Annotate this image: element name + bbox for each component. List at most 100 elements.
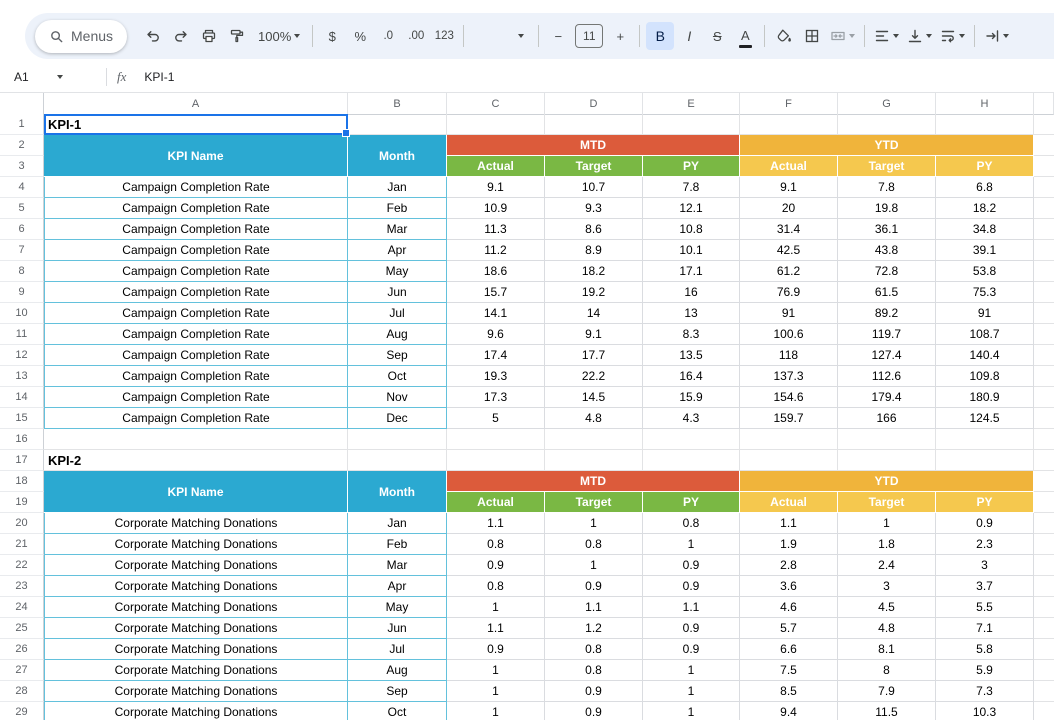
column-header-D[interactable]: D: [545, 93, 643, 115]
cell[interactable]: 7.5: [740, 660, 838, 681]
row-header-13[interactable]: 13: [0, 366, 44, 387]
cell[interactable]: Corporate Matching Donations: [44, 639, 348, 660]
cell[interactable]: 13: [643, 303, 740, 324]
cell[interactable]: 12.1: [643, 198, 740, 219]
strikethrough-button[interactable]: S: [704, 22, 730, 50]
cell[interactable]: 1.2: [545, 618, 643, 639]
cell[interactable]: Dec: [348, 408, 447, 429]
kpi-title[interactable]: KPI-1: [44, 114, 348, 135]
header-mtd-actual[interactable]: Actual: [447, 492, 545, 513]
cell[interactable]: Mar: [348, 219, 447, 240]
cell[interactable]: 0.9: [643, 576, 740, 597]
cell[interactable]: 75.3: [936, 282, 1034, 303]
undo-button[interactable]: [140, 22, 166, 50]
cell[interactable]: 5.9: [936, 660, 1034, 681]
select-all-corner[interactable]: [0, 93, 44, 115]
row-header-4[interactable]: 4: [0, 177, 44, 198]
cell[interactable]: 42.5: [740, 240, 838, 261]
cell[interactable]: 8.6: [545, 219, 643, 240]
cell[interactable]: 18.2: [936, 198, 1034, 219]
redo-button[interactable]: [168, 22, 194, 50]
cell[interactable]: 2.8: [740, 555, 838, 576]
cell[interactable]: Mar: [348, 555, 447, 576]
cell[interactable]: 15.9: [643, 387, 740, 408]
cell[interactable]: 2.3: [936, 534, 1034, 555]
column-header-G[interactable]: G: [838, 93, 936, 115]
format-currency-button[interactable]: $: [319, 22, 345, 50]
font-size-decrease-button[interactable]: −: [545, 22, 571, 50]
cell[interactable]: 154.6: [740, 387, 838, 408]
cell[interactable]: 0.8: [643, 513, 740, 534]
cell[interactable]: 2.4: [838, 555, 936, 576]
header-mtd[interactable]: MTD: [447, 135, 740, 156]
row-header-22[interactable]: 22: [0, 555, 44, 576]
cell[interactable]: 9.4: [740, 702, 838, 720]
cell[interactable]: 1: [447, 597, 545, 618]
row-header-25[interactable]: 25: [0, 618, 44, 639]
cell[interactable]: 0.9: [447, 639, 545, 660]
row-header-21[interactable]: 21: [0, 534, 44, 555]
cell[interactable]: Corporate Matching Donations: [44, 618, 348, 639]
header-ytd-py[interactable]: PY: [936, 156, 1034, 177]
cell[interactable]: 10.7: [545, 177, 643, 198]
row-header-11[interactable]: 11: [0, 324, 44, 345]
row-header-6[interactable]: 6: [0, 219, 44, 240]
cell[interactable]: 53.8: [936, 261, 1034, 282]
cell[interactable]: Apr: [348, 240, 447, 261]
cell[interactable]: 8.1: [838, 639, 936, 660]
cell[interactable]: 14.1: [447, 303, 545, 324]
cell[interactable]: Oct: [348, 702, 447, 720]
column-header-A[interactable]: A: [44, 93, 348, 115]
cell[interactable]: 5.8: [936, 639, 1034, 660]
cell[interactable]: 3: [936, 555, 1034, 576]
cell[interactable]: Campaign Completion Rate: [44, 261, 348, 282]
cell[interactable]: 1: [643, 660, 740, 681]
print-button[interactable]: [196, 22, 222, 50]
zoom-select[interactable]: 100%: [252, 22, 306, 50]
row-header-14[interactable]: 14: [0, 387, 44, 408]
cell[interactable]: 16: [643, 282, 740, 303]
cell[interactable]: 1.1: [545, 597, 643, 618]
cell[interactable]: 137.3: [740, 366, 838, 387]
row-header-23[interactable]: 23: [0, 576, 44, 597]
cell[interactable]: 89.2: [838, 303, 936, 324]
header-mtd-actual[interactable]: Actual: [447, 156, 545, 177]
cell[interactable]: May: [348, 261, 447, 282]
cell[interactable]: 17.4: [447, 345, 545, 366]
cell[interactable]: 11.2: [447, 240, 545, 261]
cell[interactable]: 16.4: [643, 366, 740, 387]
cell[interactable]: 118: [740, 345, 838, 366]
cell[interactable]: 108.7: [936, 324, 1034, 345]
cell[interactable]: 1: [643, 702, 740, 720]
row-header-24[interactable]: 24: [0, 597, 44, 618]
cell[interactable]: 8.9: [545, 240, 643, 261]
cell[interactable]: 8.5: [740, 681, 838, 702]
cell[interactable]: Campaign Completion Rate: [44, 387, 348, 408]
cell[interactable]: Jan: [348, 177, 447, 198]
cell[interactable]: Jan: [348, 513, 447, 534]
cell[interactable]: 43.8: [838, 240, 936, 261]
cell[interactable]: Corporate Matching Donations: [44, 534, 348, 555]
cell[interactable]: Feb: [348, 198, 447, 219]
cell[interactable]: 0.9: [643, 618, 740, 639]
cell[interactable]: 6.8: [936, 177, 1034, 198]
cell[interactable]: 0.9: [643, 555, 740, 576]
row-header-3[interactable]: 3: [0, 156, 44, 177]
cell[interactable]: 0.9: [545, 576, 643, 597]
cell[interactable]: 76.9: [740, 282, 838, 303]
column-header-B[interactable]: B: [348, 93, 447, 115]
cell[interactable]: 1.8: [838, 534, 936, 555]
header-mtd-py[interactable]: PY: [643, 492, 740, 513]
row-header-9[interactable]: 9: [0, 282, 44, 303]
cell[interactable]: 91: [936, 303, 1034, 324]
header-month[interactable]: Month: [348, 471, 447, 513]
row-header-20[interactable]: 20: [0, 513, 44, 534]
cell[interactable]: 8.3: [643, 324, 740, 345]
header-ytd-target[interactable]: Target: [838, 492, 936, 513]
cell[interactable]: 0.9: [643, 639, 740, 660]
header-ytd-py[interactable]: PY: [936, 492, 1034, 513]
cell[interactable]: 14: [545, 303, 643, 324]
cell[interactable]: 0.8: [447, 534, 545, 555]
column-header-F[interactable]: F: [740, 93, 838, 115]
cell[interactable]: May: [348, 597, 447, 618]
